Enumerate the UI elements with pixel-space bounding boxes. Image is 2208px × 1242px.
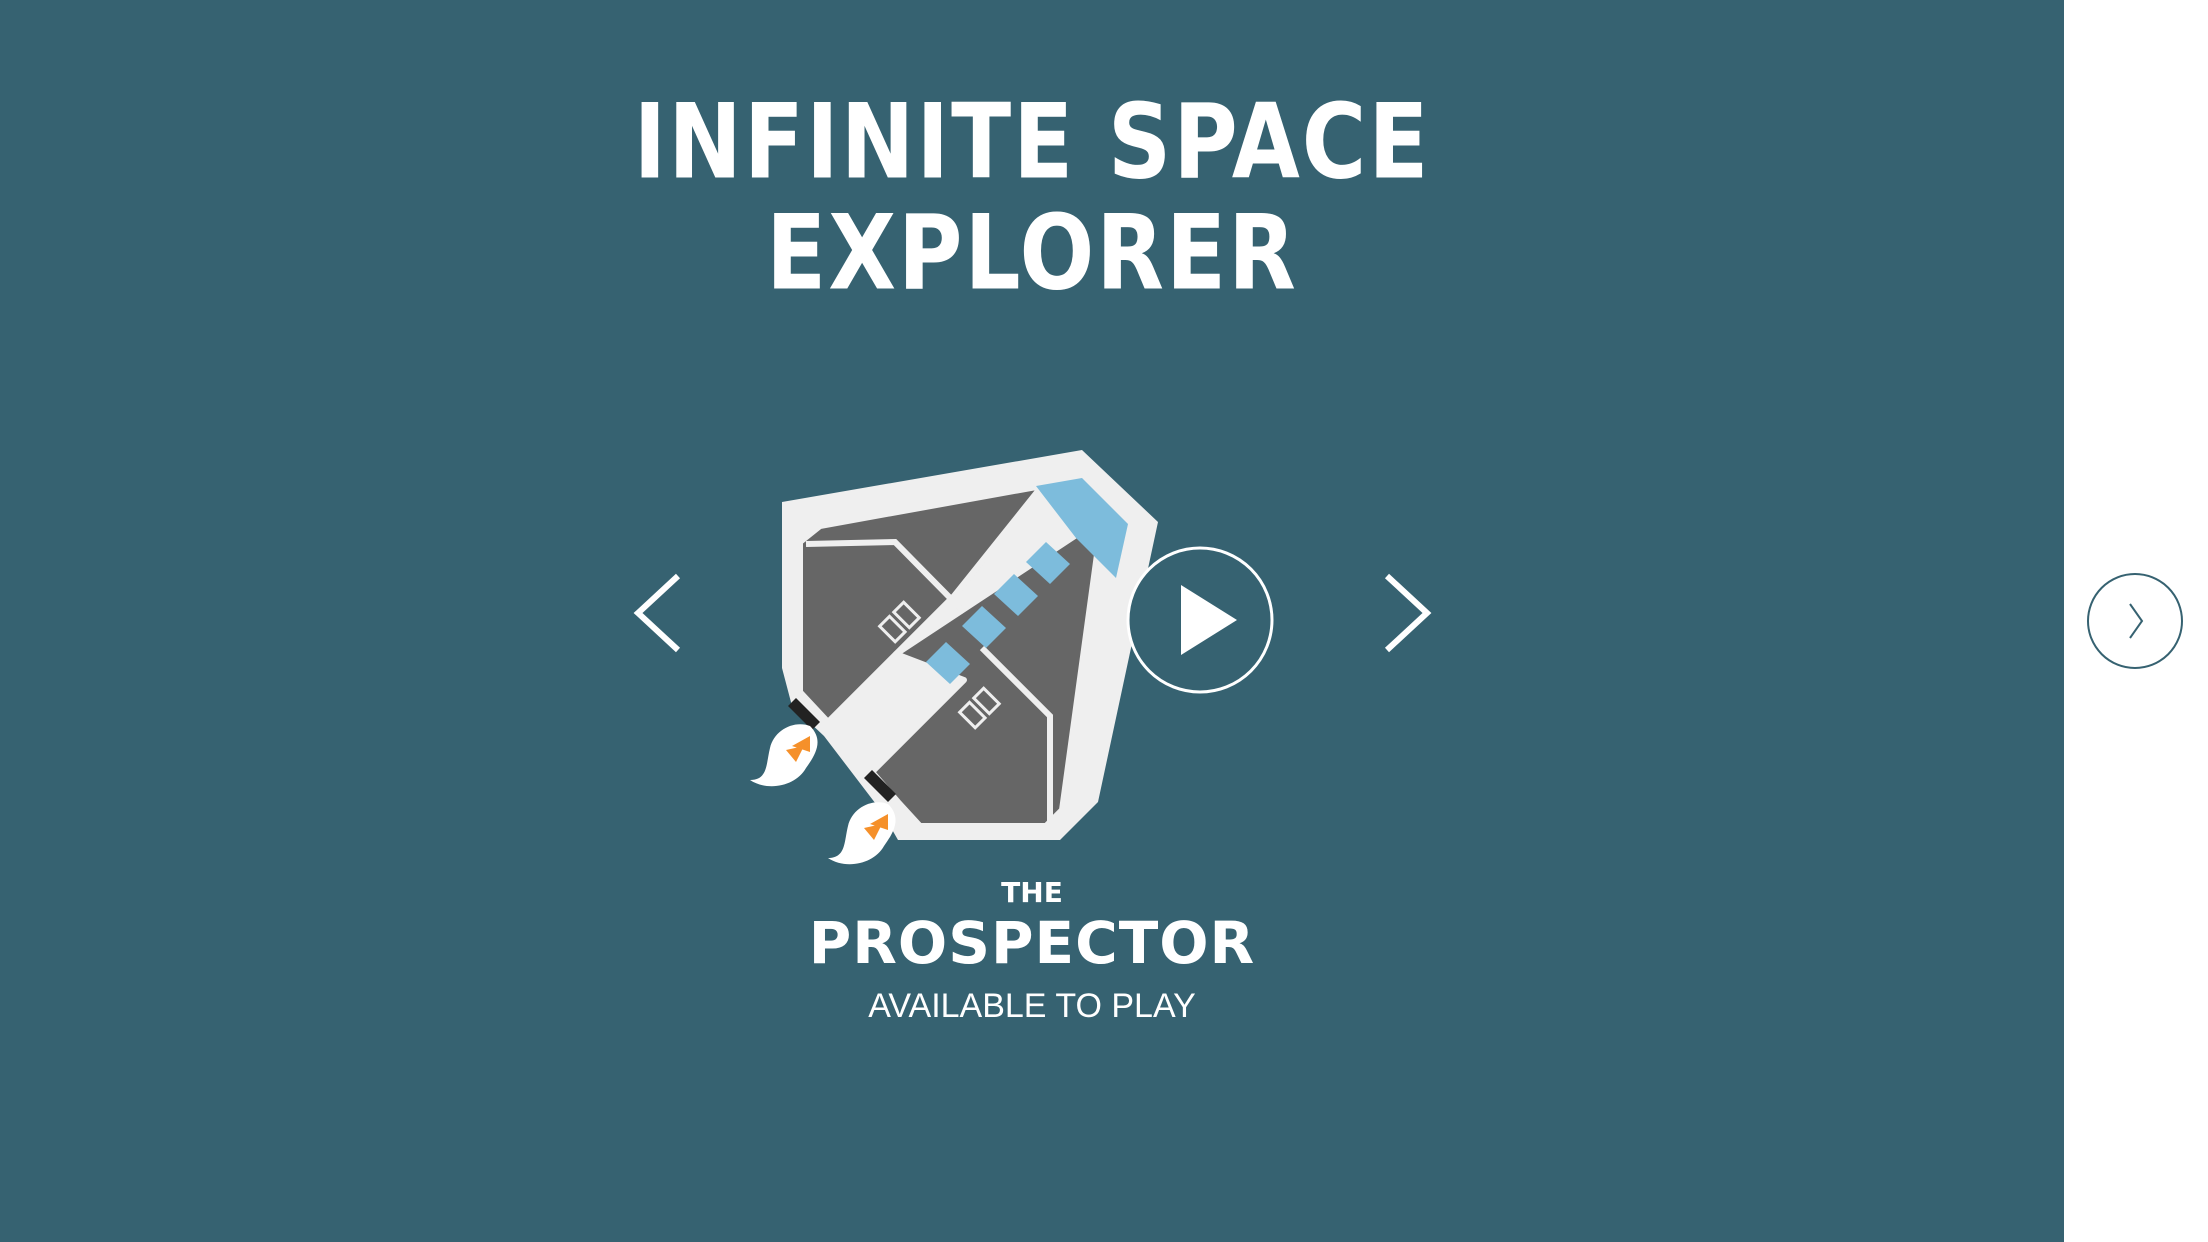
- spaceship-illustration: [750, 450, 1158, 865]
- chevron-right-icon: [2087, 573, 2183, 669]
- game-title-line-2: EXPLORER: [766, 191, 1298, 314]
- game-title-line-1: INFINITE SPACE: [633, 80, 1431, 203]
- chevron-left-icon: [633, 573, 681, 653]
- ship-name-prefix: THE: [1001, 876, 1063, 909]
- side-next-button[interactable]: [2086, 572, 2184, 670]
- chevron-right-icon: [1384, 573, 1432, 653]
- thruster-flame-lower: [828, 802, 896, 865]
- game-start-screen: INFINITE SPACE EXPLORER THE PROSPECTOR A…: [0, 0, 2064, 1242]
- play-icon: [1126, 546, 1274, 694]
- next-ship-button[interactable]: [1365, 558, 1445, 668]
- play-button[interactable]: [1125, 545, 1275, 695]
- ship-name: PROSPECTOR: [808, 909, 1256, 977]
- previous-ship-button[interactable]: [620, 558, 700, 668]
- ship-availability-status: AVAILABLE TO PLAY: [868, 987, 1196, 1025]
- thruster-flame-upper: [750, 724, 818, 787]
